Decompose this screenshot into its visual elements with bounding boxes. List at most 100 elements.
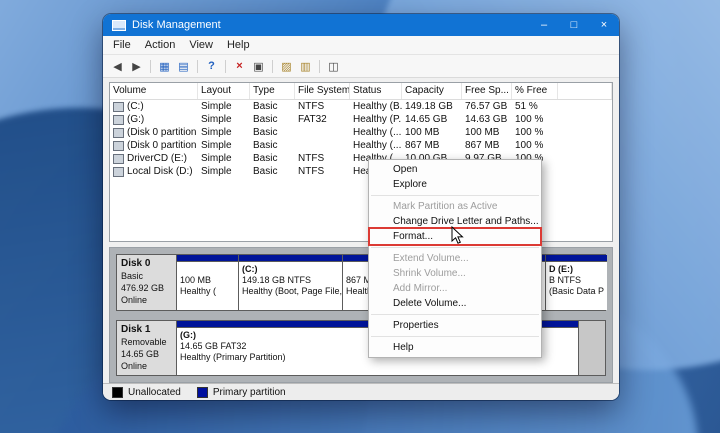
cell-capacity: 14.65 GB [405,114,448,125]
menu-item-open[interactable]: Open [369,162,541,177]
cell-layout: Simple [201,153,232,164]
cell-volume: (C:) [127,101,144,112]
partition-title: (C:) [242,264,258,274]
header-capacity[interactable]: Capacity [402,83,462,99]
header-type[interactable]: Type [250,83,295,99]
partition-status: Healthy (Boot, Page File, Cra [242,286,342,296]
context-menu: Open Explore Mark Partition as Active Ch… [368,159,542,358]
legend-unallocated: Unallocated [112,386,181,398]
list-header: Volume Layout Type File System Status Ca… [110,83,612,100]
cell-type: Basic [253,114,278,125]
menu-item-delete-volume[interactable]: Delete Volume... [369,296,541,311]
partition-e[interactable]: D (E:) B NTFS (Basic Data P [546,255,608,310]
forward-icon[interactable]: ▶ [128,58,145,75]
primary-partition-color-bar [239,255,342,262]
cell-capacity: 100 MB [405,127,440,138]
menu-separator [371,314,539,315]
cell-layout: Simple [201,101,232,112]
partition-title [180,264,235,275]
cell-layout: Simple [201,127,232,138]
cell-capacity: 867 MB [405,140,440,151]
empty-track [579,320,605,375]
volume-icon [113,153,124,164]
toolbar-separator [272,59,273,73]
cell-type: Basic [253,101,278,112]
disk-1-label[interactable]: Disk 1 Removable 14.65 GB Online [117,320,177,375]
minimize-button[interactable]: – [529,14,559,36]
menu-item-extend-volume: Extend Volume... [393,253,469,264]
primary-partition-color-bar [177,255,238,262]
cell-layout: Simple [201,166,232,177]
cell-volume: DriverCD (E:) [127,153,187,164]
header-percent-free[interactable]: % Free [512,83,558,99]
table-row[interactable]: (C:) Simple Basic NTFS Healthy (B... 149… [110,100,612,113]
delete-volume-icon[interactable]: × [231,58,248,75]
menu-item-shrink-volume: Shrink Volume... [393,268,466,279]
cell-volume: (Disk 0 partition 4) [127,140,198,151]
menu-item-help[interactable]: Help [369,340,541,355]
partition-system-reserved[interactable]: 100 MB Healthy ( [177,255,239,310]
menu-separator [371,195,539,196]
cell-percent-free: 100 % [515,114,544,125]
toolbar-separator [319,59,320,73]
close-button[interactable]: × [589,14,619,36]
action-pane-icon[interactable]: ▤ [175,58,192,75]
menu-item-add-mirror: Add Mirror... [393,283,448,294]
disk-status: Online [121,360,148,371]
back-icon[interactable]: ◀ [109,58,126,75]
menu-item-properties[interactable]: Properties [369,318,541,333]
menu-item-change-drive-letter[interactable]: Change Drive Letter and Paths... [369,214,541,229]
cell-type: Basic [253,153,278,164]
legend-bar: Unallocated Primary partition [103,383,619,400]
maximize-button[interactable]: □ [559,14,589,36]
menu-file[interactable]: File [106,37,138,53]
cell-type: Basic [253,166,278,177]
header-file-system[interactable]: File System [295,83,350,99]
menu-view[interactable]: View [182,37,220,53]
partition-size: 100 MB [180,275,212,285]
cell-status: Healthy (P... [353,114,402,125]
new-volume-icon[interactable]: ◫ [325,58,342,75]
table-row[interactable]: (Disk 0 partition 4) Simple Basic Health… [110,139,612,152]
cell-status: Healthy (B... [353,101,402,112]
partition-c[interactable]: (C:) 149.18 GB NTFS Healthy (Boot, Page … [239,255,343,310]
menu-action[interactable]: Action [138,37,183,53]
legend-primary-label: Primary partition [212,386,286,398]
cell-status: Healthy (... [353,140,402,151]
title-bar[interactable]: Disk Management – □ × [103,14,619,36]
table-row[interactable]: (Disk 0 partition 1) Simple Basic Health… [110,126,612,139]
cell-capacity: 149.18 GB [405,101,453,112]
cell-status: Healthy (... [353,127,402,138]
primary-partition-swatch [196,386,208,398]
partition-size: 149.18 GB NTFS [242,275,312,285]
properties-icon[interactable]: ▣ [250,58,267,75]
toolbar-separator [150,59,151,73]
header-status[interactable]: Status [350,83,402,99]
partition-status: Healthy ( [180,286,217,296]
header-free-space[interactable]: Free Sp... [462,83,512,99]
table-row[interactable]: (G:) Simple Basic FAT32 Healthy (P... 14… [110,113,612,126]
header-volume[interactable]: Volume [110,83,198,99]
disk-name: Disk 0 [121,258,151,269]
disk-0-label[interactable]: Disk 0 Basic 476.92 GB Online [117,255,177,310]
menu-item-mark-partition-active: Mark Partition as Active [393,201,498,212]
console-tree-icon[interactable]: ▦ [156,58,173,75]
window-controls: – □ × [529,14,619,36]
cell-file-system: NTFS [298,166,325,177]
help-icon[interactable]: ? [203,58,220,75]
unallocated-swatch [112,386,123,398]
menu-separator [371,336,539,337]
disk-management-window: Disk Management – □ × File Action View H… [103,14,619,400]
header-layout[interactable]: Layout [198,83,250,99]
volume-icon [113,127,124,138]
toolbar-separator [225,59,226,73]
menu-help[interactable]: Help [220,37,257,53]
menu-item-format[interactable]: Format... [369,229,541,244]
open-folder-icon[interactable]: ▨ [278,58,295,75]
cell-type: Basic [253,140,278,151]
disk-name: Disk 1 [121,323,151,335]
menu-item-explore[interactable]: Explore [369,177,541,192]
header-filler [558,83,612,99]
legend-primary-partition: Primary partition [196,386,286,398]
mount-drive-icon[interactable]: ▥ [297,58,314,75]
